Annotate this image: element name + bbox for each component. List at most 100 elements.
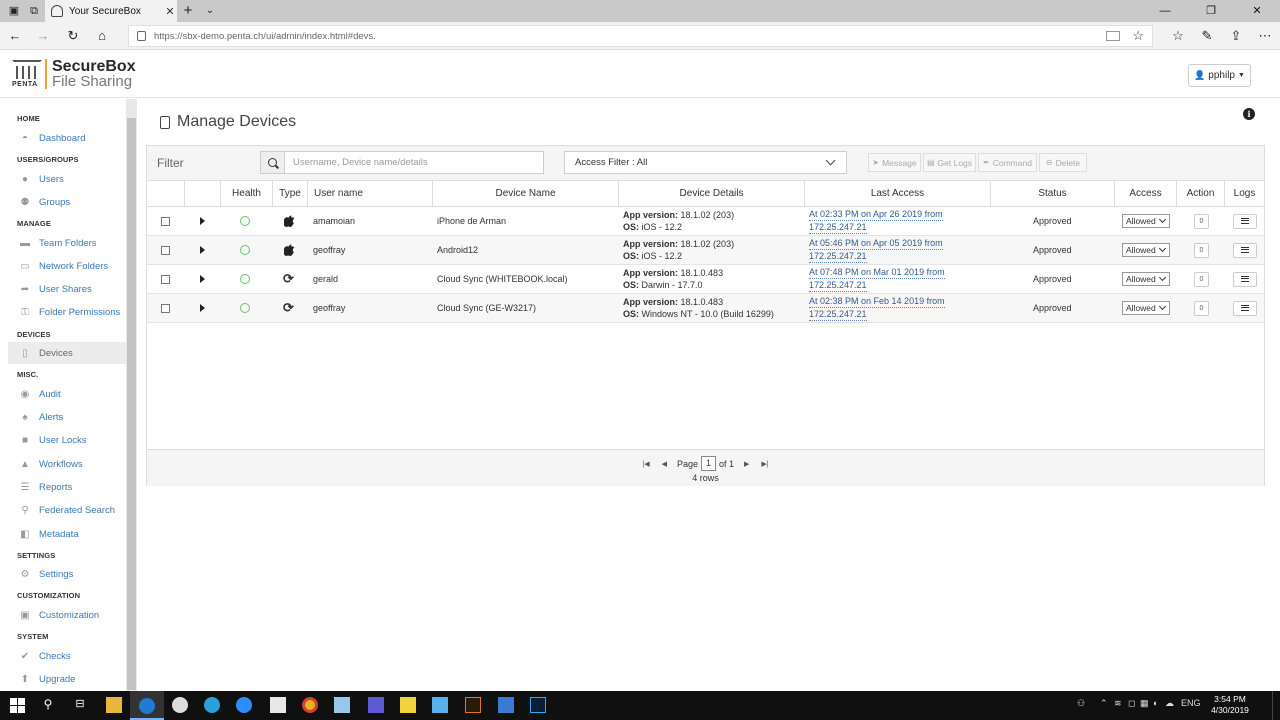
notes-pen-icon[interactable]: ✎ (1199, 28, 1215, 44)
action-count[interactable]: 0 (1194, 213, 1209, 229)
col-logs[interactable]: Logs (1224, 181, 1264, 206)
sidebar-item-metadata[interactable]: ◧ Metadata (8, 523, 126, 545)
tab-preview-icon[interactable]: ⧉ (26, 3, 42, 19)
app-icon[interactable] (498, 697, 514, 713)
last-page-icon[interactable]: ▶| (761, 460, 768, 468)
sidebar-item-federated-search[interactable]: ⚲ Federated Search (8, 499, 126, 521)
sidebar-item-team-folders[interactable]: ▬ Team Folders (8, 232, 126, 254)
sidebar-item-network-folders[interactable]: ▭ Network Folders (8, 255, 126, 277)
search-icon[interactable]: ⚲ (40, 697, 56, 713)
row-checkbox[interactable] (161, 216, 170, 226)
logs-button[interactable] (1233, 242, 1257, 258)
sidebar-item-upgrade[interactable]: ⬆ Upgrade (8, 668, 126, 690)
col-action[interactable]: Action (1176, 181, 1224, 206)
sidebar-item-user-shares[interactable]: ➦ User Shares (8, 278, 126, 300)
col-health[interactable]: Health (220, 181, 272, 206)
delete-button[interactable]: ⊖ Delete (1039, 153, 1087, 172)
action-count[interactable]: 0 (1194, 242, 1209, 258)
expand-row-icon[interactable] (200, 246, 205, 254)
edge-taskbar-button[interactable] (130, 691, 164, 720)
access-select[interactable]: Allowed (1122, 272, 1170, 286)
tray-chevron-icon[interactable]: ⌃ (1100, 698, 1108, 709)
app-icon[interactable] (432, 697, 448, 713)
logs-button[interactable] (1233, 271, 1257, 287)
task-view-icon[interactable]: ⊟ (72, 697, 88, 713)
table-row[interactable]: geoffray Android12 App version: 18.1.02 … (147, 236, 1264, 265)
sticky-notes-icon[interactable] (400, 697, 416, 713)
logs-button[interactable] (1233, 213, 1257, 229)
expand-row-icon[interactable] (200, 217, 205, 225)
share-icon[interactable]: ⇪ (1228, 28, 1244, 44)
action-count[interactable]: 0 (1194, 300, 1209, 316)
scrollbar-thumb[interactable] (127, 118, 136, 690)
more-icon[interactable]: ⋯ (1257, 28, 1273, 44)
teams-icon[interactable] (368, 697, 384, 713)
reading-view-icon[interactable] (1106, 31, 1121, 41)
onedrive-icon[interactable]: ☁ (1165, 698, 1174, 709)
volume-icon[interactable]: ◖ (1152, 698, 1157, 708)
file-explorer-icon[interactable] (106, 697, 122, 713)
sidebar-item-folder-permissions[interactable]: ⚿ Folder Permissions (8, 301, 126, 323)
user-menu-button[interactable]: 👤 pphilp ▼ (1188, 64, 1251, 87)
sidebar-item-audit[interactable]: ◉ Audit (8, 383, 126, 405)
logs-button[interactable] (1233, 300, 1257, 316)
search-input[interactable] (285, 152, 543, 173)
tab-list-chevron-icon[interactable]: ⌄ (202, 3, 218, 19)
sidebar-item-alerts[interactable]: ♠ Alerts (8, 406, 126, 428)
app-icon[interactable] (172, 697, 188, 713)
first-page-icon[interactable]: |◀ (642, 460, 649, 468)
prev-page-icon[interactable]: ◀ (662, 460, 667, 468)
message-button[interactable]: ➤ Message (868, 153, 921, 172)
last-access[interactable]: At 02:38 PM on Feb 14 2019 from 172.25.24… (809, 294, 945, 322)
action-count[interactable]: 0 (1194, 271, 1209, 287)
minimize-icon[interactable]: — (1142, 0, 1188, 22)
table-row[interactable]: amamoian iPhone de Arman App version: 18… (147, 207, 1264, 236)
wifi-icon[interactable]: ≋ (1114, 698, 1122, 709)
tab-actions-icon[interactable]: ▣ (6, 3, 22, 19)
sidebar-item-customization[interactable]: ▣ Customization (8, 604, 126, 626)
col-user-name[interactable]: User name (307, 181, 432, 206)
language-indicator[interactable]: ENG (1181, 698, 1201, 708)
last-access[interactable]: At 07:48 PM on Mar 01 2019 from 172.25.24… (809, 265, 945, 293)
sidebar-item-reports[interactable]: ☰ Reports (8, 476, 126, 498)
command-button[interactable]: ✒ Command (978, 153, 1037, 172)
restore-icon[interactable]: ❐ (1188, 0, 1234, 22)
next-page-icon[interactable]: ▶ (744, 460, 749, 468)
clock[interactable]: 3:54 PM 4/30/2019 (1200, 694, 1260, 716)
table-row[interactable]: ⟳ gerald Cloud Sync (WHITEBOOK.local) Ap… (147, 265, 1264, 294)
tray-app-icon[interactable]: ◻ (1128, 698, 1135, 709)
app-icon[interactable] (334, 697, 350, 713)
favorite-star-icon[interactable]: ☆ (1132, 28, 1144, 44)
home-icon[interactable]: ⌂ (94, 28, 110, 44)
url-field[interactable]: https://sbx-demo.penta.ch/ui/admin/index… (128, 25, 1153, 47)
sidebar-item-devices[interactable]: ▯ Devices (8, 342, 126, 364)
access-select[interactable]: Allowed (1122, 243, 1170, 257)
col-status[interactable]: Status (990, 181, 1114, 206)
refresh-icon[interactable]: ↻ (65, 28, 81, 44)
row-checkbox[interactable] (161, 274, 170, 284)
illustrator-icon[interactable] (465, 697, 481, 713)
sidebar-item-checks[interactable]: ✔ Checks (8, 645, 126, 667)
browser-tab[interactable]: Your SecureBox ✕ (45, 0, 177, 22)
access-select[interactable]: Allowed (1122, 214, 1170, 228)
sidebar-scrollbar[interactable] (126, 99, 137, 691)
new-tab-icon[interactable]: + (180, 3, 196, 19)
favorites-hub-icon[interactable]: ☆ (1170, 28, 1186, 44)
people-icon[interactable]: ⚇ (1077, 698, 1085, 709)
table-row[interactable]: ⟳ geoffray Cloud Sync (GE-W3217) App ver… (147, 294, 1264, 323)
col-device-name[interactable]: Device Name (432, 181, 618, 206)
sidebar-item-user-locks[interactable]: ■ User Locks (8, 429, 126, 451)
col-device-details[interactable]: Device Details (618, 181, 804, 206)
expand-row-icon[interactable] (200, 304, 205, 312)
access-filter-select[interactable]: Access Filter : All (564, 151, 847, 174)
sidebar-item-groups[interactable]: ⚉ Groups (8, 191, 126, 213)
photoshop-icon[interactable] (530, 697, 546, 713)
last-access[interactable]: At 05:46 PM on Apr 05 2019 from 172.25.24… (809, 236, 943, 264)
close-tab-icon[interactable]: ✕ (163, 5, 177, 18)
col-access[interactable]: Access (1114, 181, 1176, 206)
access-select[interactable]: Allowed (1122, 301, 1170, 315)
chrome-icon[interactable] (302, 697, 318, 713)
window-close-icon[interactable]: ✕ (1234, 0, 1280, 22)
info-icon[interactable]: i (1243, 108, 1255, 120)
row-checkbox[interactable] (161, 245, 170, 255)
